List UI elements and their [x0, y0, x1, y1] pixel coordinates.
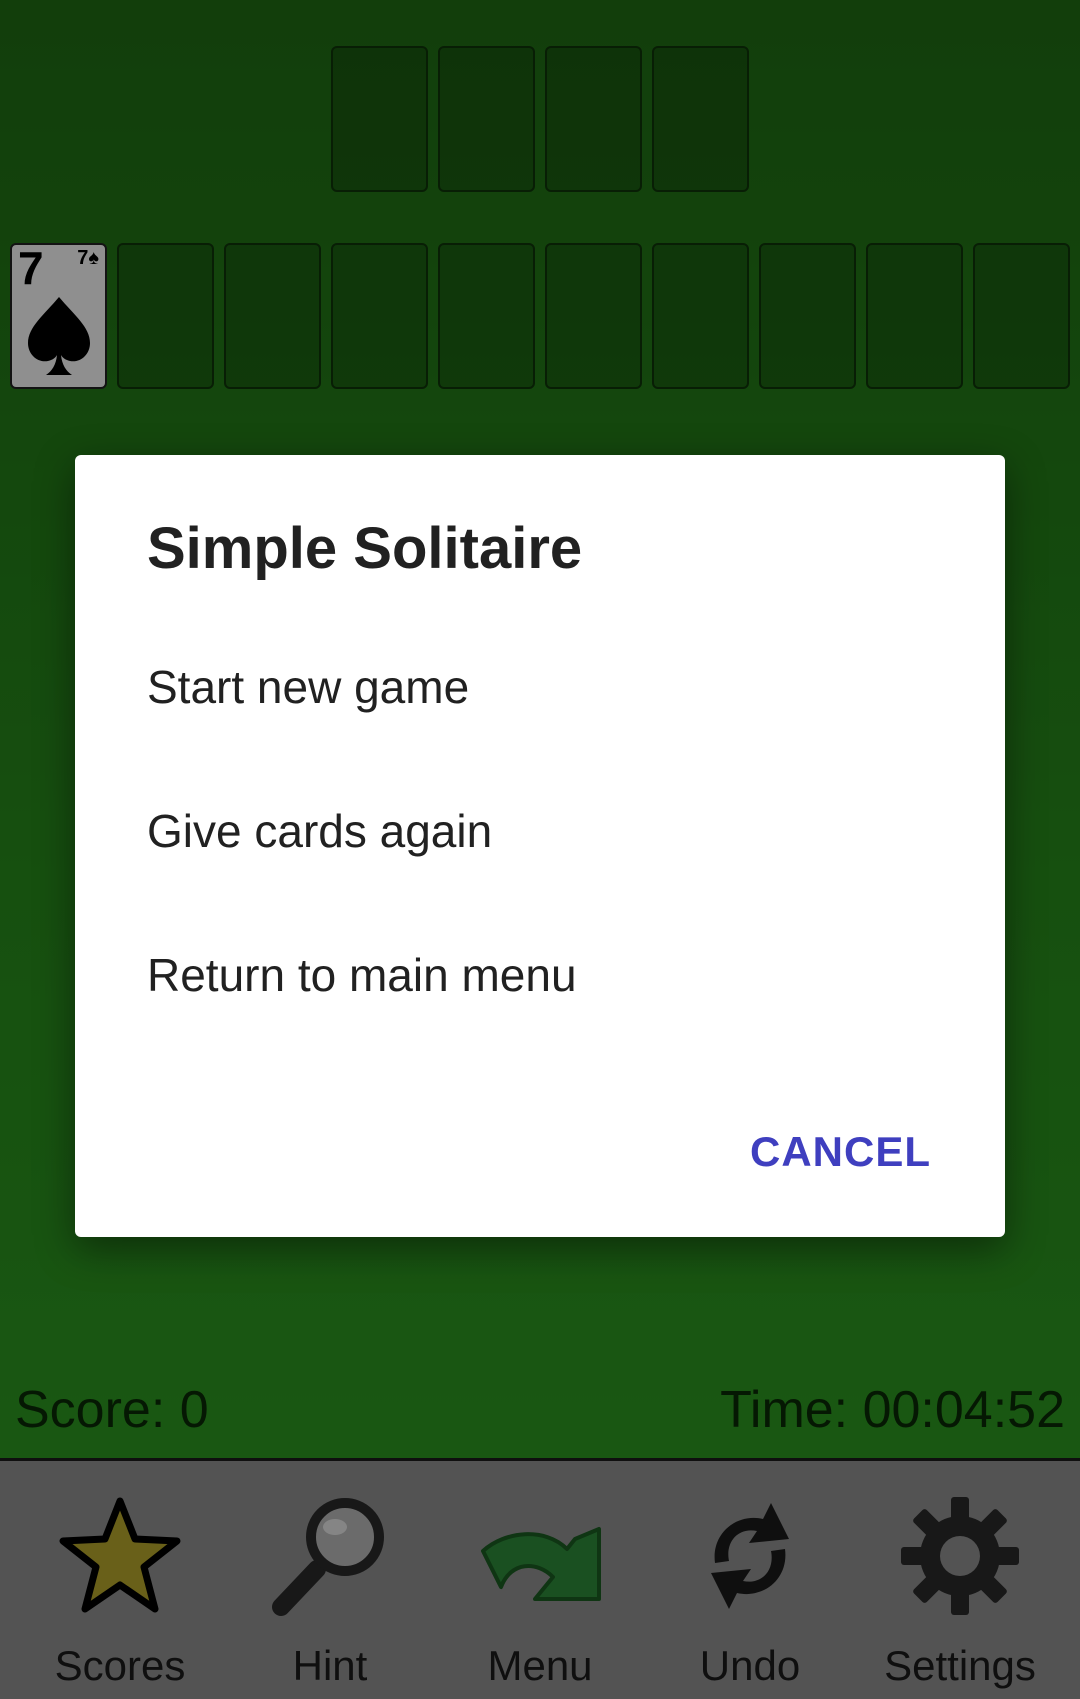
game-menu-dialog: Simple Solitaire Start new game Give car…: [75, 455, 1005, 1237]
return-to-main-menu-option[interactable]: Return to main menu: [75, 910, 1005, 1040]
dialog-title: Simple Solitaire: [147, 516, 583, 581]
give-cards-again-option[interactable]: Give cards again: [75, 766, 1005, 896]
start-new-game-option[interactable]: Start new game: [75, 622, 1005, 752]
cancel-button[interactable]: CANCEL: [732, 1115, 949, 1189]
